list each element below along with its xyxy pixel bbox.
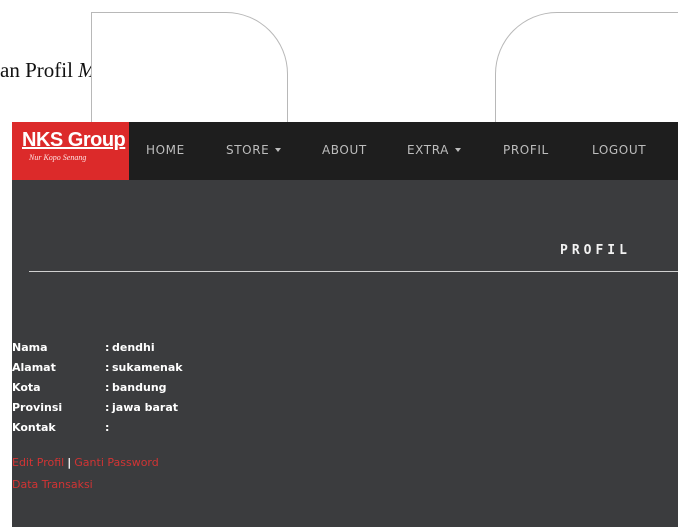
nav-item-about[interactable]: ABOUT (322, 143, 367, 157)
profile-actions-row: Edit Profil | Ganti Password (12, 452, 159, 474)
profile-label: Kota (12, 381, 41, 394)
nav-item-label: EXTRA (407, 143, 449, 157)
profile-separator: : (105, 401, 110, 414)
nav-item-store[interactable]: STORE (226, 143, 282, 157)
profile-label: Kontak (12, 421, 56, 434)
nav-item-label: ABOUT (322, 143, 367, 157)
caption-text: an Profil (0, 58, 79, 82)
website-window: NKS Group Nur Kopo Senang HOME STORE ABO… (12, 122, 678, 527)
link-divider: | (67, 456, 72, 469)
page-title: PROFIL (560, 243, 631, 258)
caret-down-icon (454, 147, 461, 152)
nav-item-label: LOGOUT (592, 143, 647, 157)
profile-label: Provinsi (12, 401, 63, 414)
document-area: an Profil Member (0, 0, 678, 128)
change-password-link[interactable]: Ganti Password (74, 456, 158, 469)
profile-actions: Edit Profil | Ganti Password Data Transaks… (12, 452, 159, 496)
profile-separator: : (105, 421, 110, 434)
top-navbar: NKS Group Nur Kopo Senang HOME STORE ABO… (12, 122, 678, 180)
transactions-row: Data Transaksi (12, 474, 159, 496)
brand-name: NKS Group (22, 129, 126, 151)
decorative-tab-right (495, 12, 678, 128)
nav-item-label: PROFIL (503, 143, 549, 157)
profile-label: Nama (12, 341, 48, 354)
brand-tagline: Nur Kopo Senang (29, 153, 87, 162)
profile-value: dendhi (112, 341, 155, 354)
transactions-link[interactable]: Data Transaksi (12, 478, 93, 491)
profile-separator: : (105, 341, 110, 354)
nav-item-logout[interactable]: LOGOUT (592, 143, 646, 157)
nav-item-home[interactable]: HOME (146, 143, 185, 157)
brand-logo[interactable]: NKS Group Nur Kopo Senang (12, 122, 129, 180)
nav-item-label: STORE (226, 143, 270, 157)
decorative-tab-left (91, 12, 288, 128)
edit-profile-link[interactable]: Edit Profil (12, 456, 64, 469)
profile-value: sukamenak (112, 361, 183, 374)
heading-divider (29, 271, 678, 272)
profile-label: Alamat (12, 361, 56, 374)
profile-separator: : (105, 361, 110, 374)
profile-value: jawa barat (112, 401, 179, 414)
nav-item-label: HOME (146, 143, 185, 157)
profile-separator: : (105, 381, 110, 394)
nav-item-profil[interactable]: PROFIL (503, 143, 549, 157)
caret-down-icon (275, 147, 282, 152)
nav-item-extra[interactable]: EXTRA (407, 143, 461, 157)
profile-value: bandung (112, 381, 167, 394)
